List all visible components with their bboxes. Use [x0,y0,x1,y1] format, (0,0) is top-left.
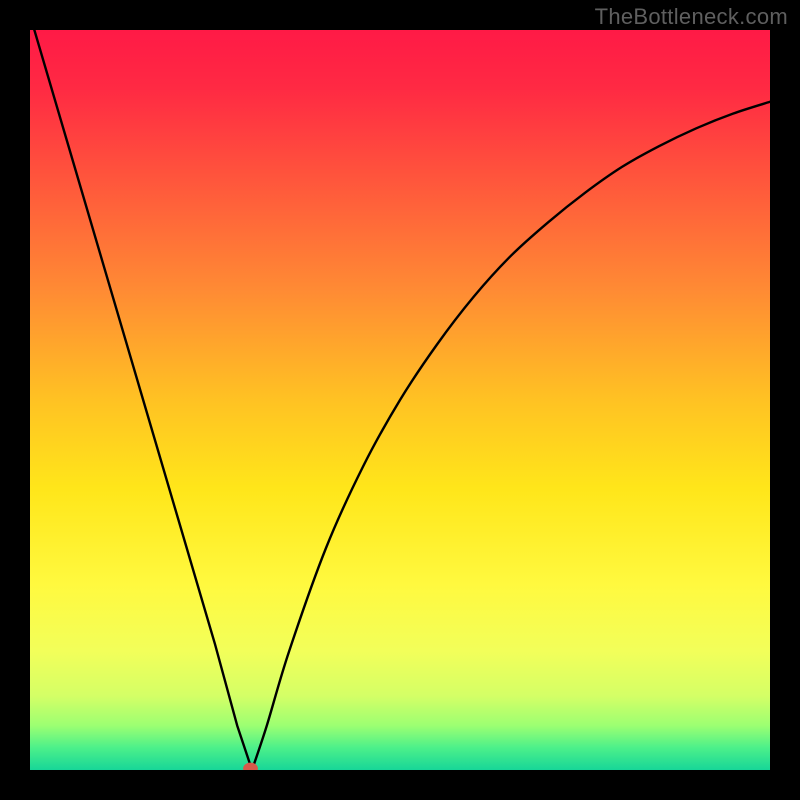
watermark-text: TheBottleneck.com [595,4,788,30]
bottleneck-chart [30,30,770,770]
plot-area [30,30,770,770]
chart-container: TheBottleneck.com [0,0,800,800]
